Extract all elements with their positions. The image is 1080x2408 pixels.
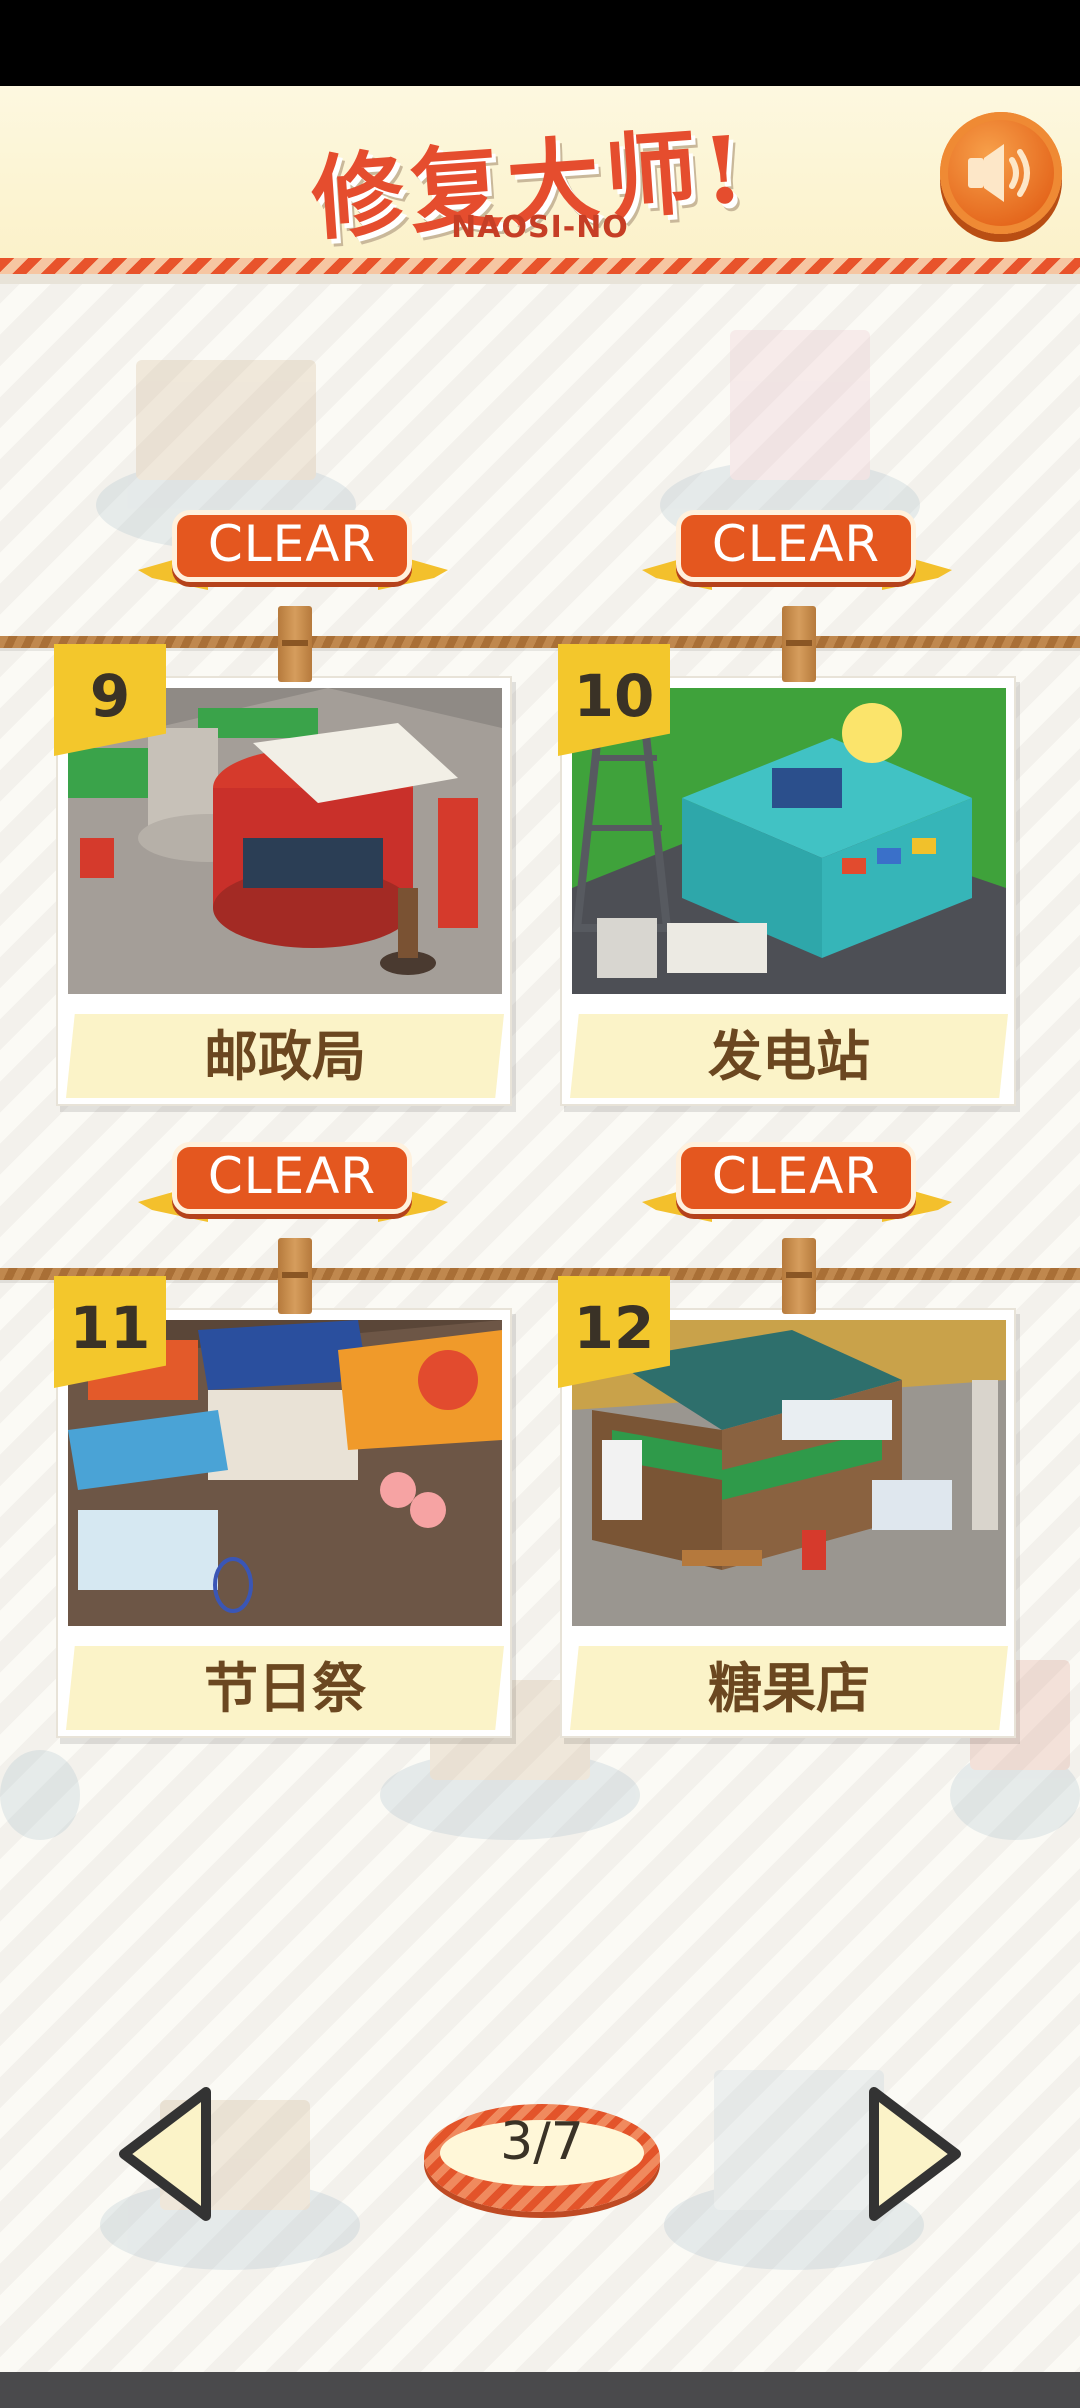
triangle-right-icon <box>869 2087 961 2221</box>
prev-page-button[interactable] <box>116 2084 216 2224</box>
level-name: 发电站 <box>708 1024 870 1088</box>
clothes-pin <box>278 1238 312 1314</box>
clear-badge: CLEAR <box>642 1136 952 1236</box>
level-name: 糖果店 <box>708 1656 870 1720</box>
clear-badge: CLEAR <box>138 1136 448 1236</box>
navigation-bar <box>0 2372 1080 2408</box>
level-card-11[interactable]: 11 节日祭 <box>54 1276 512 1738</box>
clear-badge-text: CLEAR <box>207 1147 377 1205</box>
status-bar <box>0 0 1080 86</box>
clear-badge-text: CLEAR <box>207 515 377 573</box>
clothes-pin <box>278 606 312 682</box>
level-card-9[interactable]: 9 邮政局 <box>54 644 512 1106</box>
clear-badge: CLEAR <box>138 504 448 604</box>
clear-badge-text: CLEAR <box>711 515 881 573</box>
game-logo-subtitle: NAOSI-NO <box>451 210 629 245</box>
clothes-pin <box>782 606 816 682</box>
clothes-pin <box>782 1238 816 1314</box>
triangle-left-icon <box>119 2087 211 2221</box>
clear-badge: CLEAR <box>642 504 952 604</box>
level-name: 节日祭 <box>204 1656 366 1720</box>
speaker-icon <box>968 144 1030 202</box>
clear-badge-text: CLEAR <box>711 1147 881 1205</box>
page-indicator-text: 3/7 <box>500 2112 584 2172</box>
level-name: 邮政局 <box>204 1024 366 1088</box>
sound-toggle-button[interactable] <box>940 112 1062 234</box>
level-card-10[interactable]: 10 发电站 <box>558 644 1016 1106</box>
header-stripe <box>0 258 1080 274</box>
level-card-12[interactable]: 12 糖果店 <box>558 1276 1016 1738</box>
next-page-button[interactable] <box>864 2084 964 2224</box>
